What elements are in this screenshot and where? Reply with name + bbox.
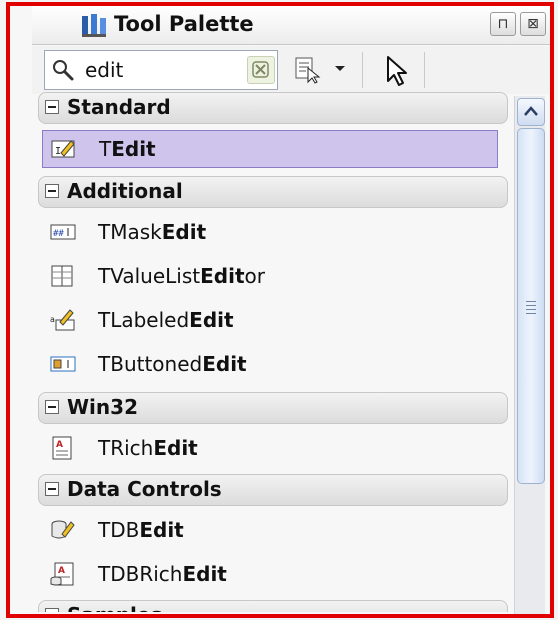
- tdbrichedit-icon: A: [50, 562, 74, 586]
- pin-icon: ⊓: [497, 16, 509, 32]
- grip-line: [526, 309, 536, 310]
- chevron-down-icon[interactable]: [332, 60, 348, 76]
- collapse-icon[interactable]: [45, 100, 59, 114]
- chevron-up-icon: [524, 106, 538, 116]
- pin-button[interactable]: ⊓: [490, 12, 516, 36]
- tbuttonededit-icon: [50, 356, 76, 372]
- collapse-icon[interactable]: [45, 400, 59, 414]
- tlabelededit-icon: a: [50, 309, 75, 331]
- list-item-tdbedit[interactable]: TDBEdit: [42, 512, 498, 550]
- pointer-arrow-button[interactable]: [382, 54, 412, 88]
- clear-icon: [252, 61, 269, 78]
- collapse-icon[interactable]: [45, 184, 59, 198]
- title-bar: Tool Palette ⊓ ⊠: [32, 6, 550, 45]
- grip-line: [526, 305, 536, 306]
- close-icon: ⊠: [527, 16, 539, 32]
- tdbedit-icon: [51, 520, 75, 539]
- svg-text:A: A: [58, 566, 65, 576]
- tool-palette-panel: Tool Palette ⊓ ⊠ edit Standard I TEdit A…: [10, 6, 550, 614]
- category-data-controls[interactable]: Data Controls: [38, 474, 508, 506]
- trichedit-icon: A: [52, 436, 72, 460]
- collapse-icon[interactable]: [45, 608, 59, 612]
- clear-search-button[interactable]: [247, 56, 275, 84]
- list-item-tmaskedit[interactable]: ## TMaskEdit: [42, 214, 498, 252]
- component-list: Standard I TEdit Additional ## TMaskEdit: [34, 92, 510, 612]
- svg-text:##: ##: [53, 229, 64, 239]
- toolbar-separator: [362, 52, 363, 88]
- category-additional[interactable]: Additional: [38, 176, 508, 208]
- close-button[interactable]: ⊠: [520, 12, 546, 36]
- search-icon: [53, 60, 74, 81]
- scroll-thumb[interactable]: [517, 128, 545, 484]
- panel-title: Tool Palette: [114, 12, 254, 36]
- svg-text:I: I: [55, 146, 61, 157]
- list-item-tdbrichedit[interactable]: A TDBRichEdit: [42, 556, 498, 594]
- collapse-icon[interactable]: [45, 482, 59, 496]
- svg-text:a: a: [50, 315, 55, 324]
- palette-categories-button[interactable]: [294, 56, 324, 84]
- vertical-scrollbar[interactable]: [514, 96, 545, 614]
- tedit-icon: I: [51, 140, 75, 158]
- category-samples[interactable]: Samples: [38, 600, 508, 612]
- tvaluelisteditor-icon: [51, 265, 73, 287]
- grip-line: [526, 301, 536, 302]
- list-item-tbuttonededit[interactable]: TButtonedEdit: [42, 346, 498, 384]
- list-item-trichedit[interactable]: A TRichEdit: [42, 430, 498, 468]
- search-input[interactable]: [83, 55, 247, 85]
- category-standard[interactable]: Standard: [38, 92, 508, 124]
- scroll-up-button[interactable]: [517, 98, 545, 126]
- list-item-tlabelededit[interactable]: a TLabeledEdit: [42, 302, 498, 340]
- toolbar-separator: [424, 52, 425, 88]
- grip-line: [526, 313, 536, 314]
- list-item-tvaluelisteditor[interactable]: TValueListEditor: [42, 258, 498, 296]
- svg-text:A: A: [56, 440, 63, 450]
- list-item-tedit[interactable]: I TEdit: [42, 130, 498, 168]
- tool-palette-icon: [82, 14, 106, 37]
- search-box[interactable]: [44, 50, 278, 90]
- tmaskedit-icon: ##: [50, 224, 76, 240]
- toolbar: [32, 46, 550, 94]
- category-win32[interactable]: Win32: [38, 392, 508, 424]
